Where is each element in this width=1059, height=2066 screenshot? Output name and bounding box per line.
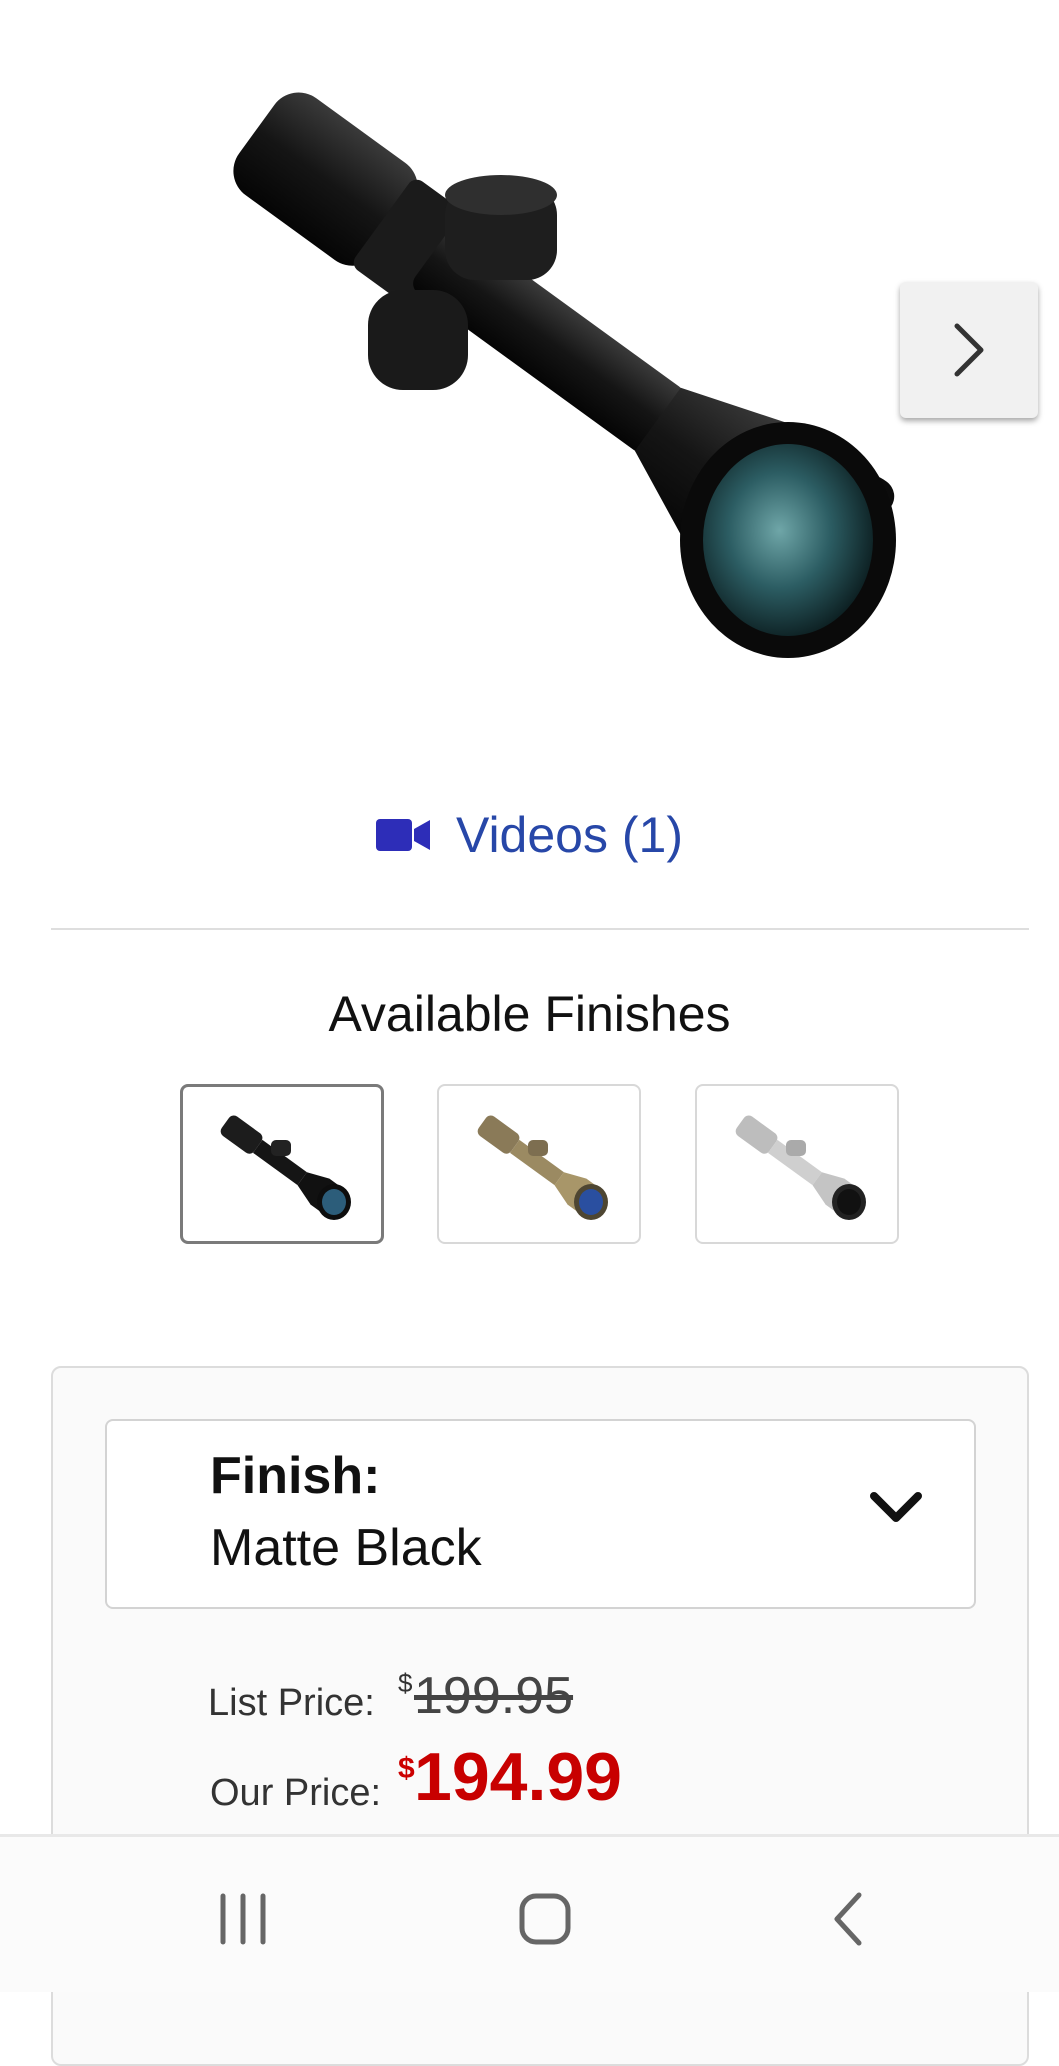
scope-thumbnail-camo xyxy=(477,1115,608,1220)
finish-swatch-matte-black[interactable] xyxy=(180,1084,384,1244)
our-price-label: Our Price: xyxy=(210,1772,382,1814)
back-icon xyxy=(834,1892,862,1946)
finish-label: Finish: xyxy=(210,1447,381,1505)
home-button[interactable] xyxy=(500,1886,590,1952)
list-price-label: List Price: xyxy=(208,1682,375,1724)
videos-label: Videos (1) xyxy=(456,807,683,863)
finish-swatch-camo[interactable] xyxy=(437,1084,641,1244)
recent-apps-button[interactable] xyxy=(198,1886,288,1952)
scope-thumbnail-black xyxy=(220,1115,351,1220)
videos-link[interactable]: Videos (1) xyxy=(0,800,1059,870)
available-finishes-title: Available Finishes xyxy=(328,986,731,1042)
scope-thumbnail-silver xyxy=(735,1115,866,1220)
chevron-down-icon xyxy=(870,1492,922,1522)
list-price-value: 199.95 xyxy=(414,1667,574,1725)
video-camera-icon xyxy=(376,819,430,851)
finish-swatch-silver[interactable] xyxy=(695,1084,899,1244)
our-price-value: 194.99 xyxy=(414,1739,622,1815)
back-button[interactable] xyxy=(804,1886,894,1952)
next-image-button[interactable] xyxy=(900,282,1038,418)
finish-selected-value: Matte Black xyxy=(210,1519,482,1577)
divider xyxy=(51,928,1029,930)
home-icon xyxy=(519,1893,571,1945)
chevron-right-icon xyxy=(954,323,984,377)
list-price-currency: $ xyxy=(398,1668,413,1698)
our-price-currency: $ xyxy=(398,1752,415,1785)
recent-apps-icon xyxy=(220,1893,266,1945)
